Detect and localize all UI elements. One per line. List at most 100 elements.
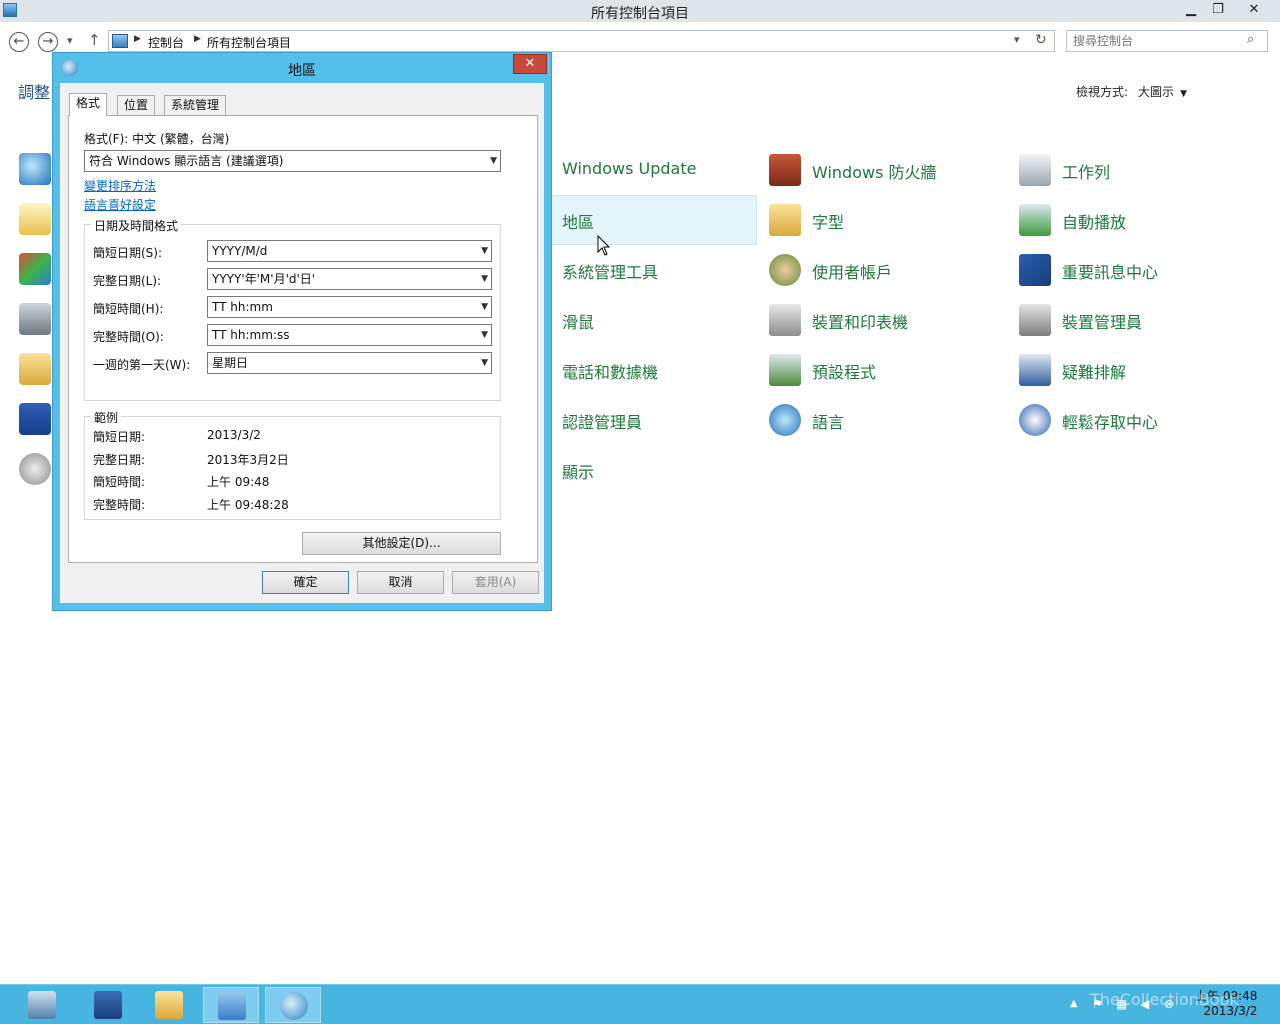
cp-item-credential-manager[interactable]: 認證管理員 (517, 395, 757, 445)
cp-item-troubleshooting[interactable]: 疑難排解 (1017, 345, 1257, 395)
cp-item-region[interactable]: 地區 (517, 195, 757, 245)
chevron-down-icon: ▼ (481, 274, 488, 284)
example-short-date-value: 2013/3/2 (207, 428, 261, 442)
formats-panel: 格式(F): 中文 (繁體，台灣) 符合 Windows 顯示語言 (建議選項)… (68, 115, 538, 563)
up-button[interactable]: ↑ (88, 31, 101, 49)
control-panel-icon (218, 992, 246, 1020)
cp-item-taskbar[interactable]: 工作列 (1017, 145, 1257, 195)
control-panel-icon (112, 34, 128, 48)
long-time-select[interactable]: TT hh:mm:ss ▼ (207, 324, 492, 346)
breadcrumb-separator-icon[interactable]: ▶ (194, 34, 201, 44)
view-by: 檢視方式: 大圖示 ▼ (1076, 83, 1187, 100)
cp-item-phone-modem[interactable]: 電話和數據機 (517, 345, 757, 395)
back-button[interactable]: ← (9, 32, 29, 52)
cp-item-firewall[interactable]: Windows 防火牆 (767, 145, 1007, 195)
cp-item-language[interactable]: 語言 (767, 395, 1007, 445)
powershell-icon (94, 991, 122, 1019)
network-sharing-icon[interactable] (19, 403, 51, 435)
forward-button[interactable]: → (38, 32, 58, 52)
long-date-select[interactable]: YYYY'年'M'月'd'日' ▼ (207, 268, 492, 290)
breadcrumb-all-items[interactable]: 所有控制台項目 (207, 34, 291, 51)
dialog-close-button[interactable]: ✕ (513, 54, 547, 74)
cancel-button[interactable]: 取消 (357, 571, 444, 594)
search-box[interactable]: ⌕ (1066, 30, 1268, 52)
device-icon[interactable] (19, 303, 51, 335)
address-bar[interactable]: ▶ 控制台 ▶ 所有控制台項目 ▾ ↻ (108, 30, 1055, 52)
dialog-client: 格式 位置 系統管理 格式(F): 中文 (繁體，台灣) 符合 Windows … (60, 83, 544, 603)
view-by-label: 檢視方式: (1076, 85, 1129, 99)
cp-item-devices-printers[interactable]: 裝置和印表機 (767, 295, 1007, 345)
search-icon[interactable]: ⌕ (1247, 32, 1254, 47)
first-day-select[interactable]: 星期日 ▼ (207, 352, 492, 374)
watermark: TheCollectionBook (1090, 990, 1239, 1009)
view-by-value[interactable]: 大圖示 (1138, 85, 1174, 99)
example-short-date-label: 簡短日期: (93, 430, 146, 444)
chevron-down-icon: ▼ (481, 330, 488, 340)
apply-button[interactable]: 套用(A) (452, 571, 539, 594)
cp-item-windows-update[interactable]: Windows Update (517, 145, 757, 195)
window-titlebar: 所有控制台項目 ▁ ❐ ✕ (0, 0, 1280, 22)
network-globe-icon[interactable] (19, 153, 51, 185)
short-date-value: YYYY/M/d (212, 244, 268, 258)
cp-item-ease-of-access[interactable]: 輕鬆存取中心 (1017, 395, 1257, 445)
show-hidden-icons-icon[interactable]: ▲ (1070, 998, 1078, 1009)
long-time-value: TT hh:mm:ss (212, 328, 290, 342)
chevron-down-icon[interactable]: ▼ (1180, 89, 1187, 99)
powershell-button[interactable] (80, 987, 136, 1023)
cp-item-default-programs[interactable]: 預設程式 (767, 345, 1007, 395)
cp-item-fonts[interactable]: 字型 (767, 195, 1007, 245)
minimize-button[interactable]: ▁ (1178, 0, 1204, 20)
default-programs-icon (769, 354, 801, 386)
tab-formats[interactable]: 格式 (69, 93, 108, 116)
example-long-date-value: 2013年3月2日 (207, 453, 289, 467)
close-button[interactable]: ✕ (1232, 0, 1276, 20)
search-input[interactable] (1073, 34, 1243, 48)
example-long-time-label: 完整時間: (93, 498, 146, 512)
examples-group-title: 範例 (91, 409, 122, 426)
control-panel-taskbar-button[interactable] (203, 987, 259, 1023)
file-explorer-button[interactable] (141, 987, 197, 1023)
cp-item-device-manager[interactable]: 裝置管理員 (1017, 295, 1257, 345)
breadcrumb-control-panel[interactable]: 控制台 (148, 34, 184, 51)
window-title: 所有控制台項目 (591, 6, 689, 22)
taskbar-icon (1019, 154, 1051, 186)
speech-icon[interactable] (19, 203, 51, 235)
cp-item-admin-tools[interactable]: 系統管理工具 (517, 245, 757, 295)
refresh-icon[interactable]: ↻ (1035, 32, 1047, 48)
cp-item-user-accounts[interactable]: 使用者帳戶 (767, 245, 1007, 295)
folder-icon (155, 991, 183, 1019)
server-manager-button[interactable] (14, 987, 70, 1023)
address-dropdown-icon[interactable]: ▾ (1014, 33, 1020, 46)
short-time-select[interactable]: TT hh:mm ▼ (207, 296, 492, 318)
short-date-select[interactable]: YYYY/M/d ▼ (207, 240, 492, 262)
recent-locations-dropdown[interactable]: ▾ (67, 34, 73, 47)
folder-options-icon[interactable] (19, 353, 51, 385)
color-management-icon[interactable] (19, 253, 51, 285)
cp-item-action-center[interactable]: 重要訊息中心 (1017, 245, 1257, 295)
language-preferences-link[interactable]: 語言喜好設定 (84, 196, 156, 213)
long-date-value: YYYY'年'M'月'd'日' (212, 272, 316, 286)
ok-button[interactable]: 確定 (262, 571, 349, 594)
cp-item-mouse[interactable]: 滑鼠 (517, 295, 757, 345)
long-date-label: 完整日期(L): (93, 274, 162, 288)
datetime-group-title: 日期及時間格式 (91, 217, 182, 234)
breadcrumb-separator-icon[interactable]: ▶ (134, 34, 141, 44)
additional-settings-button[interactable]: 其他設定(D)... (302, 532, 501, 555)
change-sort-link[interactable]: 變更排序方法 (84, 177, 156, 194)
sound-icon[interactable] (19, 453, 51, 485)
globe-clock-icon (280, 992, 308, 1020)
server-manager-icon (28, 991, 56, 1019)
maximize-button[interactable]: ❐ (1205, 0, 1231, 20)
tab-administrative[interactable]: 系統管理 (164, 95, 227, 115)
region-taskbar-button[interactable] (265, 987, 321, 1023)
troubleshooting-icon (1019, 354, 1051, 386)
format-select-value: 符合 Windows 顯示語言 (建議選項) (89, 154, 284, 168)
datetime-format-group: 日期及時間格式 簡短日期(S): YYYY/M/d ▼ 完整日期(L): YYYY… (84, 217, 501, 401)
firewall-icon (769, 154, 801, 186)
format-select[interactable]: 符合 Windows 顯示語言 (建議選項) ▼ (84, 150, 501, 172)
cp-item-display[interactable]: 顯示 (517, 445, 757, 495)
example-long-time-value: 上午 09:48:28 (207, 498, 289, 512)
example-short-time-value: 上午 09:48 (207, 475, 270, 489)
tab-location[interactable]: 位置 (117, 95, 156, 115)
cp-item-autoplay[interactable]: 自動播放 (1017, 195, 1257, 245)
